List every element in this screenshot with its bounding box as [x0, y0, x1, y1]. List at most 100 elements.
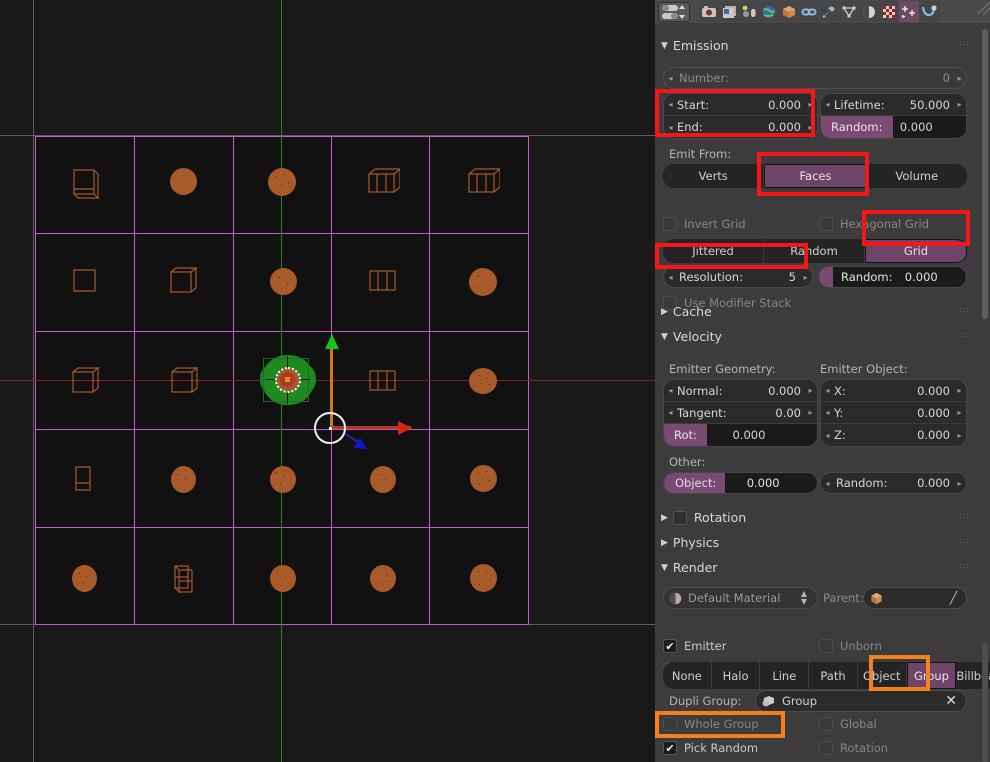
editor-type-selector[interactable]: [658, 1, 690, 22]
hexagonal-grid-checkbox[interactable]: Hexagonal Grid: [819, 217, 929, 231]
panel-header-physics[interactable]: ▶ Physics: [661, 535, 719, 550]
emission-number-field[interactable]: ◂ Number: 0 ▸: [663, 67, 967, 89]
velocity-z-value: 0.000: [917, 428, 950, 442]
velocity-y-field[interactable]: ◂ Y: 0.000 ▸: [821, 402, 966, 424]
physics-tab[interactable]: [919, 1, 939, 22]
object-data-tab[interactable]: [839, 1, 859, 22]
panel-header-velocity[interactable]: ▼ Velocity: [661, 329, 722, 344]
emit-from-verts[interactable]: Verts: [663, 164, 765, 188]
updown-arrows-icon[interactable]: ▲ ▼: [801, 590, 817, 606]
emit-from-faces[interactable]: Faces: [764, 164, 867, 188]
increment-arrow-icon[interactable]: ▸: [804, 100, 817, 109]
decrement-arrow-icon[interactable]: ◂: [664, 123, 677, 132]
panel-grip-emission[interactable]: ::::: [956, 40, 970, 47]
modifiers-tab[interactable]: [819, 1, 839, 22]
increment-arrow-icon[interactable]: ▸: [804, 123, 817, 132]
global-checkbox[interactable]: Global: [819, 717, 877, 731]
clear-icon[interactable]: ✕: [945, 693, 966, 709]
material-tab[interactable]: [859, 1, 879, 22]
decrement-arrow-icon[interactable]: ◂: [821, 100, 834, 109]
render-as-none[interactable]: None: [663, 662, 712, 689]
decrement-arrow-icon[interactable]: ◂: [821, 431, 834, 440]
panel-grip-cache[interactable]: ::::: [956, 307, 970, 314]
increment-arrow-icon[interactable]: ▸: [953, 431, 966, 440]
invert-grid-checkbox[interactable]: Invert Grid: [663, 217, 746, 231]
panel-header-emission[interactable]: ▼ Emission: [661, 38, 729, 53]
render-as-line[interactable]: Line: [760, 662, 810, 689]
parent-object-field[interactable]: ╱: [863, 587, 967, 609]
show-unborn-checkbox[interactable]: Unborn: [819, 639, 882, 653]
velocity-x-field[interactable]: ◂ X: 0.000 ▸: [821, 380, 966, 402]
panel-grip-render[interactable]: ::::: [956, 563, 970, 570]
velocity-object-random-field[interactable]: ◂ Random: 0.000 ▸: [820, 472, 967, 494]
resolution-field[interactable]: ◂ Resolution: 5 ▸: [663, 266, 813, 288]
increment-arrow-icon[interactable]: ▸: [953, 100, 966, 109]
decrement-arrow-icon[interactable]: ◂: [821, 479, 834, 488]
panel-scrollbar-track[interactable]: [982, 643, 988, 762]
panel-scrollbar[interactable]: [982, 29, 988, 319]
texture-tab[interactable]: [879, 1, 899, 22]
dupli-group-field[interactable]: Group ✕: [755, 690, 967, 712]
object-tab[interactable]: [779, 1, 799, 22]
manipulator-origin-handle[interactable]: [314, 412, 348, 446]
render-as-group[interactable]: Group: [906, 662, 957, 689]
increment-arrow-icon[interactable]: ▸: [953, 479, 966, 488]
grid-random-field[interactable]: Random: 0.000: [818, 266, 967, 288]
emitter-object[interactable]: [258, 352, 318, 408]
rotation-enable-checkbox[interactable]: [672, 510, 687, 525]
distribution-random[interactable]: Random: [764, 239, 865, 263]
increment-arrow-icon[interactable]: ▸: [953, 74, 966, 83]
render-layers-tab[interactable]: [719, 1, 739, 22]
particle-material-dropdown[interactable]: Default Material ▲ ▼: [663, 587, 818, 609]
world-tab[interactable]: [759, 1, 779, 22]
panel-grip-physics[interactable]: ::::: [956, 538, 970, 545]
increment-arrow-icon[interactable]: ▸: [953, 408, 966, 417]
constraints-tab[interactable]: [799, 1, 819, 22]
decrement-arrow-icon[interactable]: ◂: [821, 408, 834, 417]
scene-tab[interactable]: [739, 1, 759, 22]
rotation-render-checkbox[interactable]: Rotation: [819, 741, 888, 755]
edit-pencil-icon[interactable]: ╱: [950, 591, 966, 605]
panel-grip-rotation[interactable]: ::::: [956, 513, 970, 520]
increment-arrow-icon[interactable]: ▸: [804, 386, 817, 395]
whole-group-checkbox[interactable]: Whole Group: [663, 717, 759, 731]
emission-start-field[interactable]: ◂ Start: 0.000 ▸: [664, 94, 817, 116]
render-tab[interactable]: [699, 1, 719, 22]
distribution-jittered[interactable]: Jittered: [663, 239, 764, 263]
animated-property-tab-icon: [819, 267, 833, 287]
velocity-normal-field[interactable]: ◂ Normal: 0.000 ▸: [664, 380, 817, 402]
emission-lifetime-random-field[interactable]: Random: 0.000: [821, 116, 966, 138]
velocity-z-label: Z:: [834, 428, 846, 442]
decrement-arrow-icon[interactable]: ◂: [664, 74, 677, 83]
emit-from-volume[interactable]: Volume: [866, 164, 967, 188]
increment-arrow-icon[interactable]: ▸: [953, 386, 966, 395]
emission-lifetime-field[interactable]: ◂ Lifetime: 50.000 ▸: [821, 94, 966, 116]
decrement-arrow-icon[interactable]: ◂: [664, 386, 677, 395]
decrement-arrow-icon[interactable]: ◂: [664, 100, 677, 109]
increment-arrow-icon[interactable]: ▸: [804, 408, 817, 417]
3d-viewport[interactable]: [0, 0, 655, 762]
panel-header-render[interactable]: ▼ Render: [661, 560, 717, 575]
decrement-arrow-icon[interactable]: ◂: [664, 408, 677, 417]
panel-header-cache[interactable]: ▶ Cache: [661, 304, 712, 319]
decrement-arrow-icon[interactable]: ◂: [664, 273, 677, 282]
show-emitter-checkbox[interactable]: ✔ Emitter: [663, 639, 727, 653]
increment-arrow-icon[interactable]: ▸: [799, 273, 812, 282]
panel-grip-velocity[interactable]: ::::: [956, 332, 970, 339]
velocity-tangent-field[interactable]: ◂ Tangent: 0.00 ▸: [664, 402, 817, 424]
panel-corner-grip[interactable]: [976, 0, 990, 23]
decrement-arrow-icon[interactable]: ◂: [821, 386, 834, 395]
panel-header-rotation[interactable]: ▶ Rotation: [661, 510, 746, 525]
particle-instance: [370, 565, 396, 592]
distribution-grid[interactable]: Grid: [865, 239, 967, 263]
render-as-halo[interactable]: Halo: [711, 662, 761, 689]
particle-instance: [173, 564, 195, 594]
render-as-path[interactable]: Path: [809, 662, 858, 689]
emission-end-field[interactable]: ◂ End: 0.000 ▸: [664, 116, 817, 138]
particles-tab[interactable]: [899, 1, 919, 22]
velocity-object-field[interactable]: Object: 0.000: [663, 472, 818, 494]
pick-random-checkbox[interactable]: ✔ Pick Random: [663, 741, 758, 755]
velocity-rot-field[interactable]: Rot: 0.000: [664, 424, 817, 446]
render-as-object[interactable]: Object: [857, 662, 907, 689]
velocity-z-field[interactable]: ◂ Z: 0.000 ▸: [821, 424, 966, 446]
